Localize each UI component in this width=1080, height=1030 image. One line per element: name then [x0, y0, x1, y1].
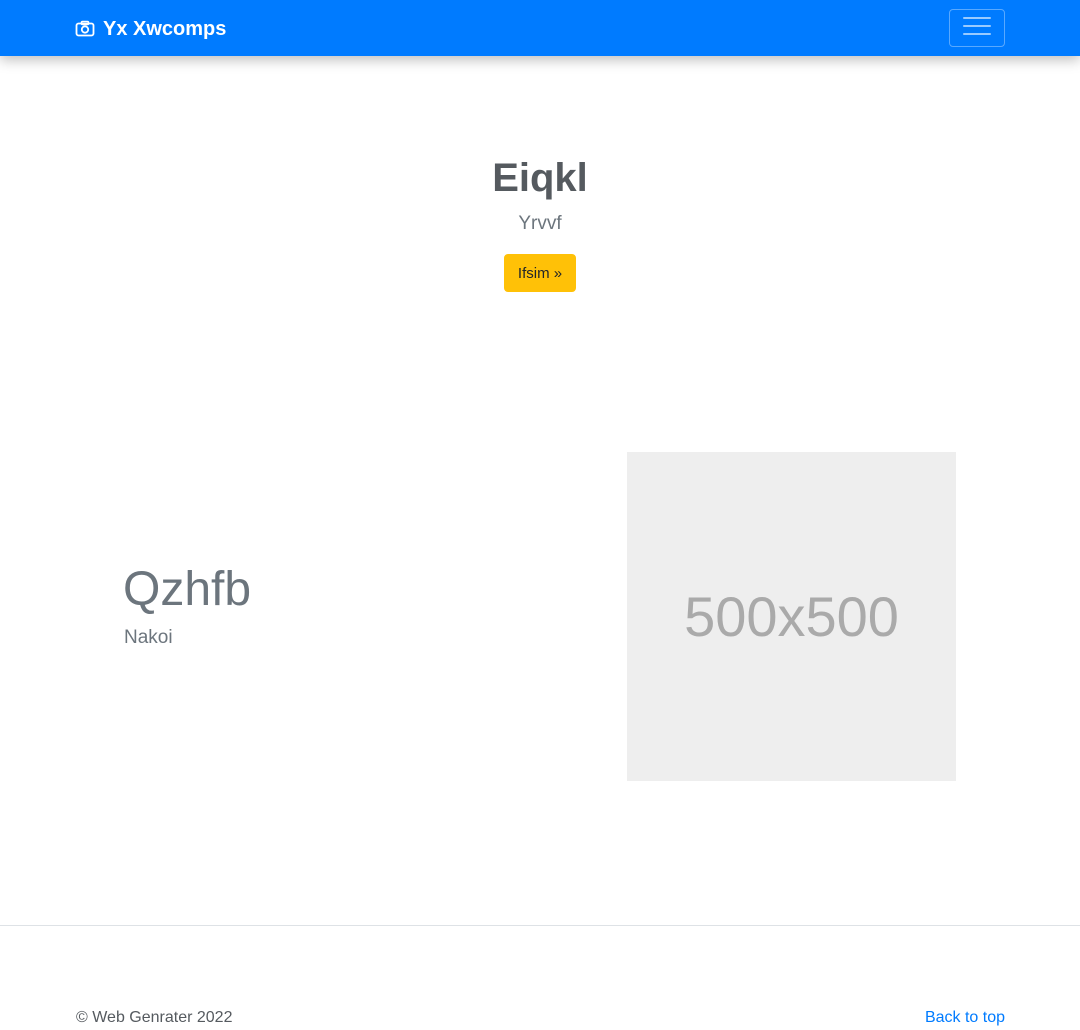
footer-divider: [0, 925, 1080, 926]
navbar: Yx Xwcomps: [0, 0, 1080, 56]
hero-title: Eiqkl: [492, 156, 588, 200]
hero-subtitle: Yrvvf: [518, 213, 562, 234]
hero-cta-button[interactable]: Ifsim »: [504, 254, 576, 292]
placeholder-label: 500x500: [684, 585, 899, 648]
feature-image-placeholder: 500x500: [627, 452, 956, 781]
navbar-toggler-button[interactable]: [949, 9, 1005, 47]
hamburger-menu-icon: [962, 14, 992, 43]
brand-text: Yx Xwcomps: [103, 17, 227, 40]
camera-icon: [75, 19, 95, 39]
back-to-top-link[interactable]: Back to top: [925, 1008, 1005, 1028]
footer-copyright: © Web Genrater 2022: [76, 1009, 233, 1026]
feature-heading: Qzhfb: [123, 563, 252, 616]
brand-link[interactable]: Yx Xwcomps: [75, 17, 226, 41]
feature-text: Nakoi: [124, 627, 173, 648]
